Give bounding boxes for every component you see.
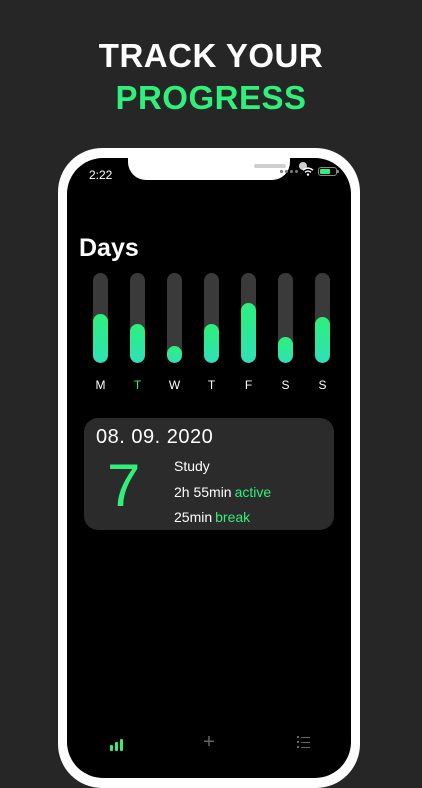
day-bar-fill — [315, 317, 330, 363]
summary-card[interactable]: 08. 09. 2020 7 Study 2h 55min active 25mi… — [84, 418, 334, 530]
active-time-row: 2h 55min active — [174, 484, 271, 500]
plus-icon: + — [203, 731, 215, 753]
day-bar[interactable] — [204, 273, 219, 363]
day-bar-fill — [278, 337, 293, 363]
activity-label: Study — [174, 458, 210, 474]
wifi-icon — [302, 167, 314, 176]
days-title: Days — [79, 234, 139, 262]
day-bar[interactable] — [93, 273, 108, 363]
battery-icon — [318, 167, 339, 176]
headline-line-2: PROGRESS — [115, 79, 307, 116]
day-label: S — [318, 378, 327, 392]
day-label: W — [168, 378, 181, 392]
day-bar[interactable] — [278, 273, 293, 363]
break-time-row: 25min break — [174, 509, 250, 525]
break-time: 25min — [174, 509, 213, 525]
card-date: 08. 09. 2020 — [96, 426, 214, 448]
status-time: 2:22 — [89, 168, 113, 182]
day-label: F — [244, 378, 253, 392]
phone-notch — [128, 158, 307, 180]
day-bar[interactable] — [241, 273, 256, 363]
phone-frame: 2:22 Days M T W T F S S 08. 09. 2020 7 Study 2… — [58, 148, 360, 788]
day-bar[interactable] — [167, 273, 182, 363]
active-label: active — [234, 484, 272, 500]
active-time: 2h 55min — [174, 484, 232, 500]
day-label: T — [207, 378, 216, 392]
phone-screen: 2:22 Days M T W T F S S 08. 09. 2020 7 Study 2… — [67, 158, 351, 778]
status-icons — [280, 167, 339, 176]
break-label: break — [215, 509, 251, 525]
day-bar[interactable] — [315, 273, 330, 363]
tab-stats[interactable] — [107, 733, 125, 751]
stats-bars-icon — [109, 739, 123, 751]
list-icon — [296, 736, 310, 748]
signal-icon — [280, 170, 298, 173]
session-count: 7 — [107, 452, 141, 519]
days-bar-chart — [93, 273, 333, 365]
day-bar[interactable] — [130, 273, 145, 363]
day-label: S — [281, 378, 290, 392]
day-bar-fill — [204, 324, 219, 363]
day-bar-fill — [241, 303, 256, 363]
headline-line-1: TRACK YOUR — [98, 37, 324, 74]
day-bar-fill — [130, 324, 145, 363]
tab-list[interactable] — [294, 733, 312, 751]
day-bar-fill — [93, 314, 108, 363]
day-label: M — [95, 378, 106, 392]
tab-add[interactable]: + — [200, 731, 218, 753]
tab-bar: + — [67, 723, 351, 778]
day-bar-fill — [167, 346, 182, 363]
day-label: T — [133, 378, 142, 392]
